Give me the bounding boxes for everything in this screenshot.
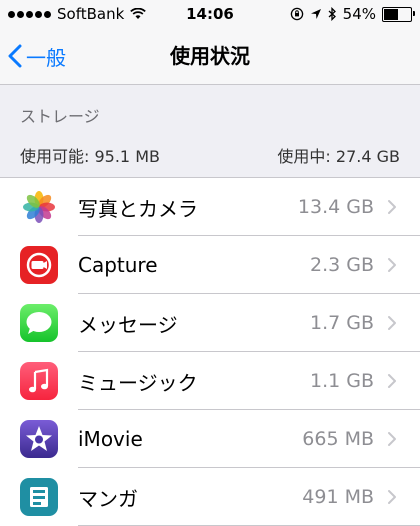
app-name: 写真とカメラ — [78, 196, 198, 221]
app-name: メッセージ — [78, 312, 178, 337]
messages-icon — [20, 304, 58, 342]
app-size: 2.3 GB — [309, 254, 374, 276]
app-name: ミュージック — [78, 370, 198, 395]
storage-section-label: ストレージ — [20, 107, 100, 126]
app-name: Capture — [78, 253, 158, 277]
chevron-right-icon — [388, 490, 396, 504]
chevron-right-icon — [388, 200, 396, 214]
app-row-imovie[interactable]: iMovie 665 MB — [0, 410, 420, 468]
chevron-right-icon — [388, 316, 396, 330]
app-row-music[interactable]: ミュージック 1.1 GB — [0, 352, 420, 410]
app-row-messages[interactable]: メッセージ 1.7 GB — [0, 294, 420, 352]
app-size: 491 MB — [302, 486, 374, 508]
app-row-photos[interactable]: 写真とカメラ 13.4 GB — [0, 178, 420, 236]
storage-available: 使用可能: 95.1 MB — [20, 147, 160, 166]
storage-used: 使用中: 27.4 GB — [277, 147, 400, 166]
battery-icon — [382, 6, 415, 22]
app-size: 1.7 GB — [309, 312, 374, 334]
status-right: 54% — [290, 0, 415, 28]
app-row-capture[interactable]: Capture 2.3 GB — [0, 236, 420, 294]
chevron-right-icon — [388, 432, 396, 446]
app-size: 1.1 GB — [309, 370, 374, 392]
music-icon — [20, 362, 58, 400]
app-name: iMovie — [78, 427, 143, 451]
status-bar: SoftBank 14:06 54% — [0, 0, 420, 28]
bluetooth-icon — [328, 7, 336, 21]
navigation-bar: 一般 使用状況 — [0, 28, 420, 85]
app-usage-list: 写真とカメラ 13.4 GB Capture 2.3 GB メッセージ 1.7 … — [0, 177, 420, 526]
app-size: 13.4 GB — [297, 196, 374, 218]
app-row-manga[interactable]: マンガ 491 MB — [0, 468, 420, 526]
imovie-icon — [20, 420, 58, 458]
capture-icon — [20, 246, 58, 284]
rotation-lock-icon — [290, 7, 303, 21]
manga-icon — [20, 478, 58, 516]
battery-percent: 54% — [342, 5, 376, 23]
app-name: マンガ — [78, 486, 138, 511]
page-title: 使用状況 — [170, 44, 250, 68]
chevron-right-icon — [388, 374, 396, 388]
chevron-right-icon — [388, 258, 396, 272]
storage-summary: ストレージ 使用可能: 95.1 MB 使用中: 27.4 GB — [0, 85, 420, 177]
location-arrow-icon — [310, 9, 321, 19]
app-size: 665 MB — [302, 428, 374, 450]
photos-icon — [20, 188, 58, 226]
